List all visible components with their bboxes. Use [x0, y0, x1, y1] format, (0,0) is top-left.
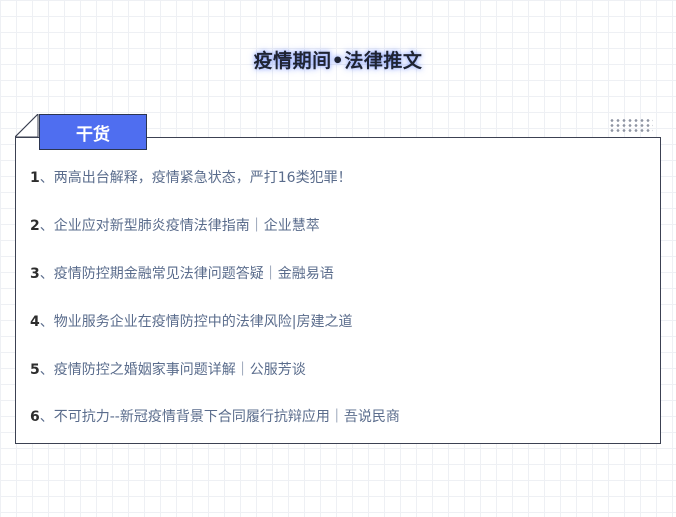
article-link[interactable]: 两高出台解释，疫情紧急状态，严打16类犯罪！ [54, 170, 352, 186]
article-link[interactable]: 物业服务企业在疫情防控中的法律风险|房建之道 [54, 314, 353, 330]
article-link[interactable]: 企业应对新型肺炎疫情法律指南｜企业慧萃 [54, 218, 320, 234]
article-separator: 、 [39, 218, 54, 234]
article-item-5[interactable]: 5、疫情防控之婚姻家事问题详解｜公服芳谈 [30, 359, 306, 381]
article-item-3[interactable]: 3、疫情防控期金融常见法律问题答疑｜金融易语 [30, 263, 334, 285]
dot-grid-icon [609, 118, 653, 134]
article-separator: 、 [39, 409, 54, 425]
article-number: 5 [30, 362, 40, 378]
section-tab: 干货 [39, 114, 147, 150]
article-list-panel: 1、两高出台解释，疫情紧急状态，严打16类犯罪！ 2、企业应对新型肺炎疫情法律指… [15, 137, 661, 444]
article-item-6[interactable]: 6、不可抗力--新冠疫情背景下合同履行抗辩应用｜吾说民商 [30, 406, 400, 428]
article-number: 1 [30, 170, 40, 186]
page-title: 疫情期间•法律推文 [253, 50, 423, 72]
article-item-1[interactable]: 1、两高出台解释，疫情紧急状态，严打16类犯罪！ [30, 167, 352, 189]
article-link[interactable]: 疫情防控期金融常见法律问题答疑｜金融易语 [54, 266, 334, 282]
article-number: 2 [30, 218, 40, 234]
article-separator: 、 [39, 362, 54, 378]
article-number: 6 [30, 409, 40, 425]
article-link[interactable]: 疫情防控之婚姻家事问题详解｜公服芳谈 [54, 362, 306, 378]
article-separator: 、 [39, 266, 54, 282]
article-number: 4 [30, 314, 40, 330]
article-item-4[interactable]: 4、物业服务企业在疫情防控中的法律风险|房建之道 [30, 311, 352, 333]
article-separator: 、 [39, 314, 54, 330]
article-separator: 、 [39, 170, 54, 186]
article-number: 3 [30, 266, 40, 282]
folded-corner-icon [15, 114, 39, 138]
article-item-2[interactable]: 2、企业应对新型肺炎疫情法律指南｜企业慧萃 [30, 215, 320, 237]
article-link[interactable]: 不可抗力--新冠疫情背景下合同履行抗辩应用｜吾说民商 [54, 409, 400, 425]
